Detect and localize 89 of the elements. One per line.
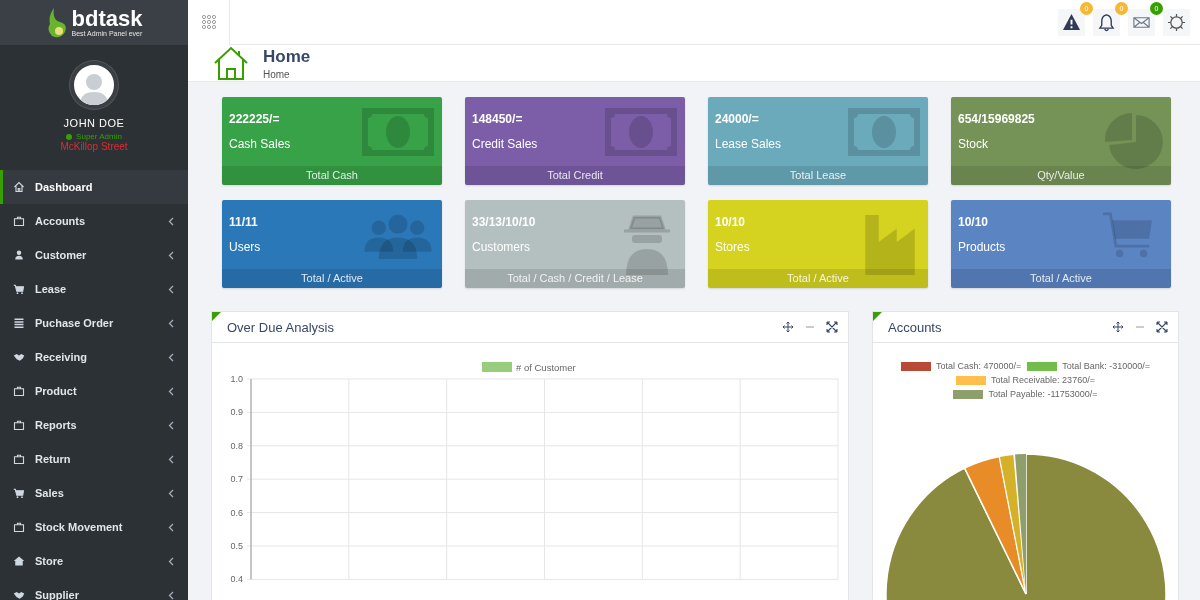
warning-icon (1062, 12, 1081, 32)
banknote-icon (848, 107, 920, 156)
brand-name: bdtask (71, 8, 143, 30)
sidebar-item[interactable]: Lease (0, 272, 188, 306)
stat-value: 10/10 (715, 215, 747, 229)
briefcase-icon (13, 521, 25, 533)
stat-value: 11/11 (229, 215, 259, 229)
home-icon (213, 45, 249, 81)
user-icon (13, 249, 25, 261)
legend-label: Total Receivable: 23760/= (991, 375, 1095, 385)
home-icon (13, 181, 25, 193)
sidebar-item[interactable]: Puchase Order (0, 306, 188, 340)
y-tick-label: 0.4 (230, 574, 243, 585)
stat-value: 222225/= (229, 112, 281, 126)
list-icon (13, 317, 25, 329)
stat-value: 24000/= (715, 112, 760, 126)
y-tick-label: 0.5 (230, 541, 243, 551)
toolbar-button[interactable] (1093, 8, 1120, 36)
legend-label: Total Cash: 470000/= (935, 361, 1022, 371)
panel-title: Over Due Analysis (227, 319, 335, 335)
fullscreen-button[interactable] (1156, 321, 1168, 333)
y-tick-label: 0.6 (230, 507, 243, 518)
flame-logo-icon (45, 7, 68, 38)
briefcase-icon (13, 453, 25, 465)
banknote-icon (362, 107, 434, 156)
sidebar-item[interactable]: Product (0, 374, 188, 408)
stat-value: 148450/= (472, 112, 524, 126)
card-footer: Total / Active (708, 269, 928, 288)
briefcase-icon (13, 419, 25, 431)
move-icon (782, 321, 794, 333)
cart-icon (13, 487, 25, 499)
corner-marker (873, 312, 882, 321)
sidebar-item[interactable]: Customer (0, 238, 188, 272)
sidebar-item[interactable]: Receiving (0, 340, 188, 374)
stat-label: Credit Sales (472, 137, 539, 151)
person-silhouette-icon (79, 71, 109, 105)
settings-button[interactable] (1163, 8, 1190, 36)
user-location: McKillop Street (60, 141, 128, 152)
stat-label: Products (958, 240, 1007, 254)
legend-label: Total Payable: -11753000/= (988, 389, 1098, 399)
card-footer: Total Credit (465, 166, 685, 185)
banknote-icon (605, 107, 677, 156)
stat-label: Stock (958, 137, 989, 151)
card-footer: Qty/Value (951, 166, 1171, 185)
legend-label: Total Bank: -310000/= (1062, 361, 1151, 371)
briefcase-icon (13, 385, 25, 397)
sidebar-item[interactable]: Dashboard (0, 170, 188, 204)
y-tick-label: 0.9 (230, 407, 243, 418)
card-footer: Total / Active (222, 269, 442, 288)
settings-icon (1167, 12, 1186, 32)
card-footer: Total Lease (708, 166, 928, 185)
user-name: JOHN DOE (63, 117, 125, 129)
sidebar-item[interactable]: Sales (0, 476, 188, 510)
expand-icon (826, 321, 838, 333)
y-tick-label: 0.7 (230, 474, 243, 485)
stat-label: Cash Sales (229, 137, 292, 151)
sidebar-item[interactable]: Reports (0, 408, 188, 442)
sidebar-item[interactable]: Accounts (0, 204, 188, 238)
card-footer: Total / Active (951, 269, 1171, 288)
sidebar-item[interactable]: Store (0, 544, 188, 578)
stat-label: Stores (715, 240, 751, 254)
panel-title: Accounts (888, 319, 943, 335)
stat-value: 654/15969825 (958, 112, 1036, 126)
breadcrumb: Home (263, 68, 291, 80)
bell-icon (1097, 12, 1116, 32)
toolbar-button[interactable] (1058, 8, 1085, 36)
expand-icon (1156, 321, 1168, 333)
legend-label: # of Customer (516, 362, 576, 373)
move-button[interactable] (782, 321, 794, 333)
corner-marker (212, 312, 221, 321)
page-title: Home (263, 46, 311, 67)
stat-value: 33/13/10/10 (472, 215, 537, 229)
move-icon (1112, 321, 1124, 333)
cart-icon (13, 283, 25, 295)
house-icon (13, 555, 25, 567)
move-button[interactable] (1112, 321, 1124, 333)
y-tick-label: 1.0 (230, 374, 243, 384)
card-footer: Total Cash (222, 166, 442, 185)
y-tick-label: 0.8 (230, 440, 243, 451)
briefcase-icon (13, 215, 25, 227)
fullscreen-button[interactable] (826, 321, 838, 333)
stat-label: Customers (472, 240, 531, 254)
stat-label: Lease Sales (715, 137, 783, 151)
stat-label: Users (229, 240, 262, 254)
sidebar-item[interactable]: Stock Movement (0, 510, 188, 544)
sidebar-item[interactable]: Return (0, 442, 188, 476)
stat-value: 10/10 (958, 215, 990, 229)
dots-grid-icon (201, 15, 216, 29)
user-role: Super Admin (76, 132, 122, 141)
